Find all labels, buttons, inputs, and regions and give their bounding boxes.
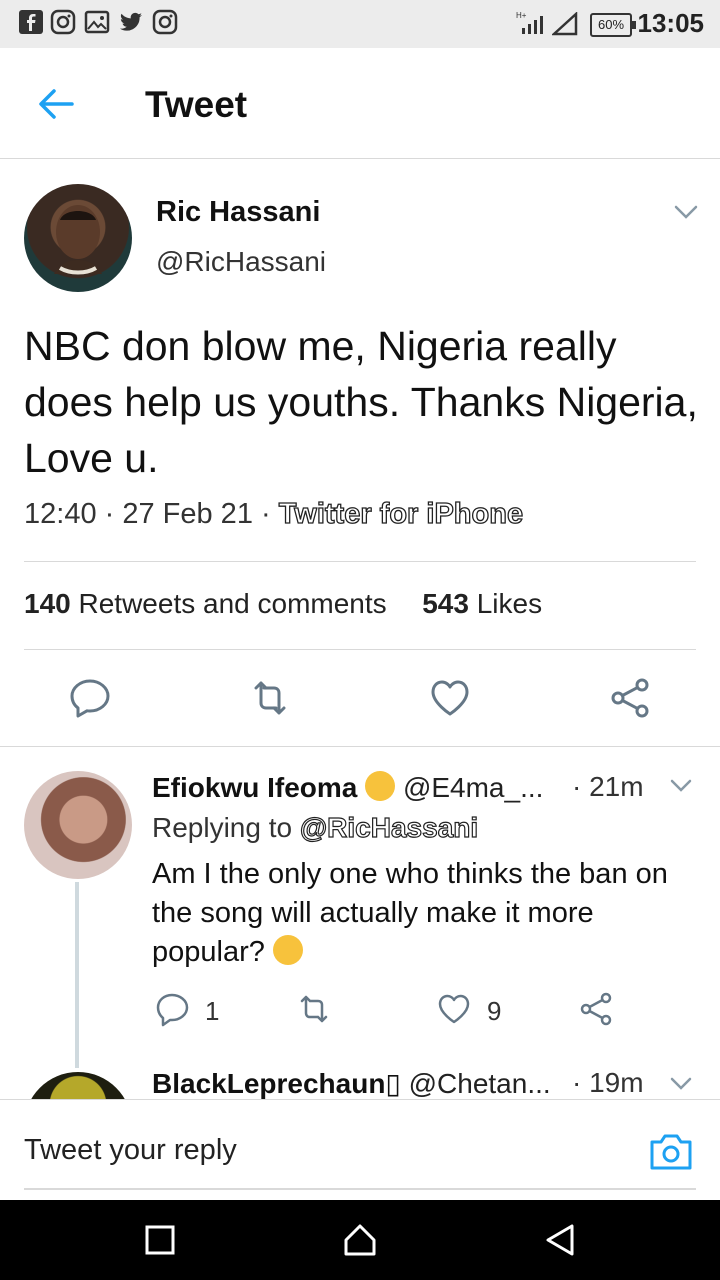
like-heart-icon[interactable]	[428, 676, 472, 720]
divider	[0, 746, 720, 747]
top-app-bar: Tweet	[0, 48, 720, 159]
tweet-timestamp: 12:40 · 27 Feb 21 ·	[24, 498, 279, 530]
reply-author-handle[interactable]: @Chetan...	[409, 1068, 551, 1099]
likes-stat[interactable]: 543 Likes	[422, 588, 542, 619]
input-underline	[24, 1188, 696, 1190]
reply-input[interactable]: Tweet your reply	[24, 1134, 237, 1167]
wifi-signal-icon	[552, 12, 578, 36]
retweets-stat[interactable]: 140 Retweets and comments	[24, 588, 387, 619]
chevron-down-icon[interactable]	[668, 1071, 694, 1097]
reply-icon[interactable]	[154, 991, 190, 1027]
chevron-down-icon[interactable]	[672, 198, 700, 226]
reply-compose-bar: Tweet your reply	[0, 1099, 720, 1201]
reply-count: 1	[205, 996, 220, 1026]
reply-header: Efiokwu Ifeoma @E4ma_...	[152, 771, 543, 804]
share-icon[interactable]	[578, 991, 614, 1027]
facebook-icon	[19, 10, 43, 34]
back-arrow-icon[interactable]	[36, 84, 76, 124]
reply-header: BlackLeprechaun▯ @Chetan...	[152, 1067, 551, 1100]
tweet-text: NBC don blow me, Nigeria really does hel…	[24, 323, 698, 481]
author-avatar[interactable]	[24, 184, 132, 292]
chevron-down-icon[interactable]	[668, 773, 694, 799]
replying-to-label: Replying to	[152, 812, 300, 843]
replying-to-handle[interactable]: @RicHassani	[299, 811, 478, 843]
divider	[24, 649, 696, 650]
reply-icon[interactable]	[68, 676, 112, 720]
reply-author-name[interactable]: BlackLeprechaun▯	[152, 1068, 401, 1099]
replying-to: Replying to @RicHassani	[152, 811, 479, 844]
reply-text: Am I the only one who thinks the ban on …	[152, 855, 697, 972]
share-icon[interactable]	[608, 676, 652, 720]
retweet-icon[interactable]	[248, 676, 292, 720]
reply-author-handle[interactable]: @E4ma_...	[403, 772, 543, 803]
tweet-meta: 12:40 · 27 Feb 21 · Twitter for iPhone	[24, 497, 524, 531]
tweet-stats: 140 Retweets and comments 543 Likes	[24, 588, 542, 620]
grinning-emoji-icon	[272, 935, 303, 965]
author-handle[interactable]: @RicHassani	[156, 246, 326, 278]
instagram-icon	[152, 9, 178, 35]
retweets-label: Retweets and comments	[78, 588, 387, 619]
svg-text:H+: H+	[516, 11, 527, 20]
retweets-count: 140	[24, 588, 71, 619]
tweet-source-link[interactable]: Twitter for iPhone	[278, 497, 524, 530]
retweet-icon[interactable]	[296, 991, 332, 1027]
reply-author-name[interactable]: Efiokwu Ifeoma	[152, 772, 357, 803]
author-name[interactable]: Ric Hassani	[156, 196, 320, 229]
author-photo	[54, 205, 102, 275]
camera-icon[interactable]	[648, 1130, 694, 1172]
divider	[24, 561, 696, 562]
signal-icon: H+	[516, 11, 543, 34]
like-heart-icon[interactable]	[436, 991, 472, 1027]
thread-line	[75, 882, 79, 1068]
like-count: 9	[487, 996, 502, 1026]
gallery-icon	[84, 10, 110, 34]
home-icon[interactable]	[340, 1220, 380, 1260]
instagram-icon	[50, 9, 76, 35]
page-title: Tweet	[145, 84, 248, 125]
recent-apps-icon[interactable]	[140, 1220, 180, 1260]
battery-indicator: 60%	[590, 13, 636, 37]
status-time: 13:05	[637, 8, 705, 38]
back-icon[interactable]	[540, 1220, 580, 1260]
status-bar: H+ 60% 13:05	[0, 0, 720, 48]
system-navigation-bar	[0, 1200, 720, 1280]
reply-text-body: Am I the only one who thinks the ban on …	[152, 858, 668, 968]
reply-time: · 21m	[572, 771, 644, 802]
heart-eyes-emoji-icon	[365, 771, 396, 801]
likes-count: 543	[422, 588, 469, 619]
reply-time: · 19m	[572, 1067, 644, 1098]
reply-avatar[interactable]	[24, 771, 132, 879]
twitter-icon	[120, 12, 142, 31]
likes-label: Likes	[476, 588, 543, 619]
